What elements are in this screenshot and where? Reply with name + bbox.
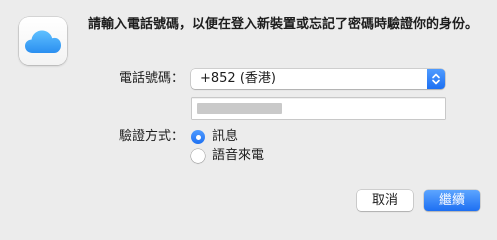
phone-number-label: 電話號碼： xyxy=(118,71,184,86)
phone-number-field[interactable] xyxy=(192,98,445,119)
continue-button[interactable]: 繼續 xyxy=(424,190,480,211)
radio-option-sms-label: 訊息 xyxy=(212,129,239,144)
popup-arrows-icon xyxy=(427,69,445,89)
country-code-popup[interactable]: +852 (香港) xyxy=(191,69,445,89)
radio-selected-icon xyxy=(191,130,205,144)
redacted-phone-number xyxy=(197,103,282,114)
cancel-button[interactable]: 取消 xyxy=(357,190,413,211)
icloud-icon xyxy=(25,30,61,53)
radio-unselected-icon xyxy=(191,149,205,163)
radio-option-voice-call-label: 語音來電 xyxy=(212,148,265,163)
icloud-app-icon xyxy=(19,17,67,65)
instruction-message: 請輸入電話號碼，以便在登入新裝置或忘記了密碼時驗證你的身份。 xyxy=(88,17,479,32)
verification-method-label: 驗證方式： xyxy=(118,129,184,144)
country-code-value: +852 (香港) xyxy=(200,71,276,86)
phone-verification-dialog: 請輸入電話號碼，以便在登入新裝置或忘記了密碼時驗證你的身份。 電話號碼： +85… xyxy=(0,0,497,230)
